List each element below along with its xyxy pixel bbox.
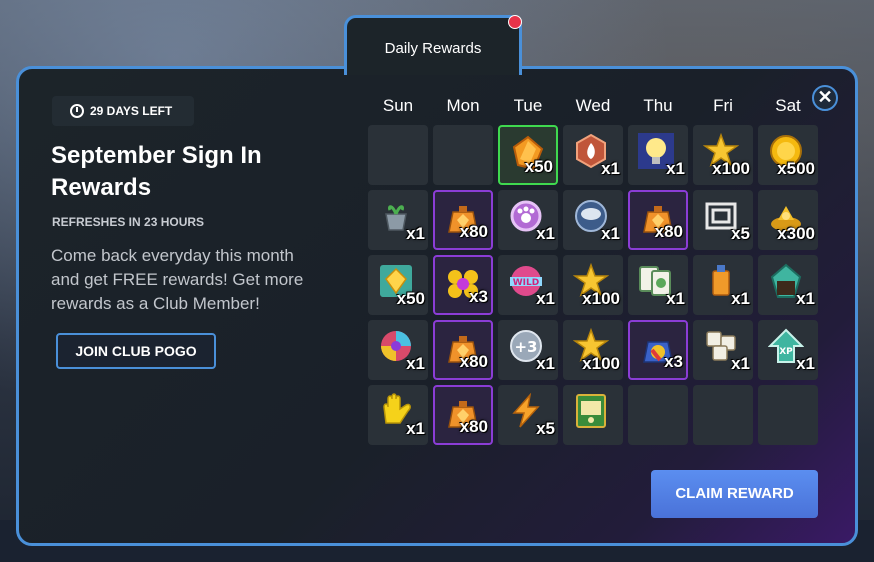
reward-quantity: x1 bbox=[731, 289, 750, 308]
reward-cell[interactable]: x3 bbox=[433, 255, 493, 315]
reward-cell[interactable]: x1 bbox=[693, 255, 753, 315]
reward-cell[interactable]: x1 bbox=[563, 190, 623, 250]
claim-reward-button[interactable]: CLAIM REWARD bbox=[651, 470, 818, 518]
reward-quantity: x1 bbox=[601, 159, 620, 178]
reward-cell[interactable]: XP x1 bbox=[758, 320, 818, 380]
svg-text:WILD: WILD bbox=[513, 278, 539, 288]
reward-cell[interactable]: x5 bbox=[693, 190, 753, 250]
notification-dot bbox=[508, 15, 522, 29]
reward-cell[interactable]: x100 bbox=[693, 125, 753, 185]
day-header-wed: Wed bbox=[575, 96, 611, 115]
reward-quantity: x80 bbox=[459, 352, 488, 371]
day-header-fri: Fri bbox=[713, 96, 733, 115]
reward-cell[interactable]: x1 bbox=[628, 125, 688, 185]
reward-quantity: x50 bbox=[396, 289, 425, 308]
reward-cell[interactable]: x1 bbox=[563, 125, 623, 185]
reward-cell[interactable]: x80 bbox=[628, 190, 688, 250]
reward-quantity: x1 bbox=[796, 289, 815, 308]
reward-quantity: x1 bbox=[406, 354, 425, 373]
reward-cell-empty bbox=[433, 125, 493, 185]
reward-cell[interactable]: x1 bbox=[758, 255, 818, 315]
reward-cell[interactable]: x300 bbox=[758, 190, 818, 250]
reward-quantity: x3 bbox=[469, 287, 488, 306]
reward-quantity: x100 bbox=[582, 289, 620, 308]
reward-cell[interactable]: WILD x1 bbox=[498, 255, 558, 315]
slot-card-icon bbox=[573, 393, 609, 429]
reward-cell[interactable]: x100 bbox=[563, 255, 623, 315]
reward-quantity: x100 bbox=[582, 354, 620, 373]
reward-quantity: x500 bbox=[777, 159, 815, 178]
reward-quantity: x1 bbox=[731, 354, 750, 373]
reward-quantity: x1 bbox=[666, 289, 685, 308]
days-left-badge: 29 DAYS LEFT bbox=[52, 96, 194, 126]
reward-cell[interactable]: x100 bbox=[563, 320, 623, 380]
tab-label: Daily Rewards bbox=[384, 40, 482, 57]
reward-cell[interactable]: x1 bbox=[368, 320, 428, 380]
reward-quantity: x80 bbox=[654, 222, 683, 241]
reward-cell[interactable]: x5 bbox=[498, 385, 558, 445]
days-left-text: 29 DAYS LEFT bbox=[90, 104, 173, 118]
reward-quantity: x5 bbox=[536, 419, 555, 438]
reward-cell[interactable]: x80 bbox=[433, 190, 493, 250]
page-title: September Sign In Rewards bbox=[51, 142, 262, 201]
reward-cell[interactable]: x80 bbox=[433, 320, 493, 380]
reward-cell[interactable]: x80 bbox=[433, 385, 493, 445]
refresh-text: REFRESHES IN 23 HOURS bbox=[52, 215, 205, 229]
reward-quantity: x1 bbox=[601, 224, 620, 243]
clock-icon bbox=[70, 104, 84, 118]
reward-cell[interactable]: x50 bbox=[368, 255, 428, 315]
day-header-sat: Sat bbox=[775, 96, 801, 115]
reward-cell-empty bbox=[628, 385, 688, 445]
day-header-mon: Mon bbox=[446, 96, 480, 115]
reward-cell[interactable]: x500 bbox=[758, 125, 818, 185]
reward-quantity: x1 bbox=[536, 354, 555, 373]
day-header-sun: Sun bbox=[382, 96, 414, 115]
reward-cell[interactable]: x3 bbox=[628, 320, 688, 380]
reward-quantity: x50 bbox=[524, 157, 553, 176]
reward-cell[interactable]: x1 bbox=[368, 190, 428, 250]
join-club-button[interactable]: JOIN CLUB POGO bbox=[56, 333, 216, 369]
reward-cell-empty bbox=[368, 125, 428, 185]
reward-cell[interactable]: x1 bbox=[628, 255, 688, 315]
reward-quantity: x100 bbox=[712, 159, 750, 178]
svg-text:XP: XP bbox=[779, 347, 793, 357]
tab-joint bbox=[347, 66, 519, 72]
reward-quantity: x5 bbox=[731, 224, 750, 243]
reward-cell-empty bbox=[758, 385, 818, 445]
reward-quantity: x1 bbox=[406, 224, 425, 243]
day-header-thu: Thu bbox=[643, 96, 673, 115]
reward-quantity: x300 bbox=[777, 224, 815, 243]
reward-quantity: x1 bbox=[666, 159, 685, 178]
reward-cell[interactable]: +3 x1 bbox=[498, 320, 558, 380]
reward-quantity: x80 bbox=[459, 222, 488, 241]
reward-cell[interactable]: x1 bbox=[368, 385, 428, 445]
reward-cell[interactable]: x1 bbox=[693, 320, 753, 380]
reward-quantity: x3 bbox=[664, 352, 683, 371]
description-text: Come back everyday this month and get FR… bbox=[51, 246, 304, 313]
reward-quantity: x1 bbox=[536, 224, 555, 243]
reward-cell[interactable]: x1 bbox=[498, 190, 558, 250]
reward-quantity: x80 bbox=[459, 417, 488, 436]
day-header-tue: Tue bbox=[513, 96, 543, 115]
reward-cell[interactable]: x50 bbox=[498, 125, 558, 185]
reward-cell-empty bbox=[693, 385, 753, 445]
reward-quantity: x1 bbox=[406, 419, 425, 438]
svg-text:+3: +3 bbox=[514, 338, 537, 356]
reward-cell[interactable] bbox=[563, 385, 623, 445]
reward-quantity: x1 bbox=[536, 289, 555, 308]
reward-quantity: x1 bbox=[796, 354, 815, 373]
